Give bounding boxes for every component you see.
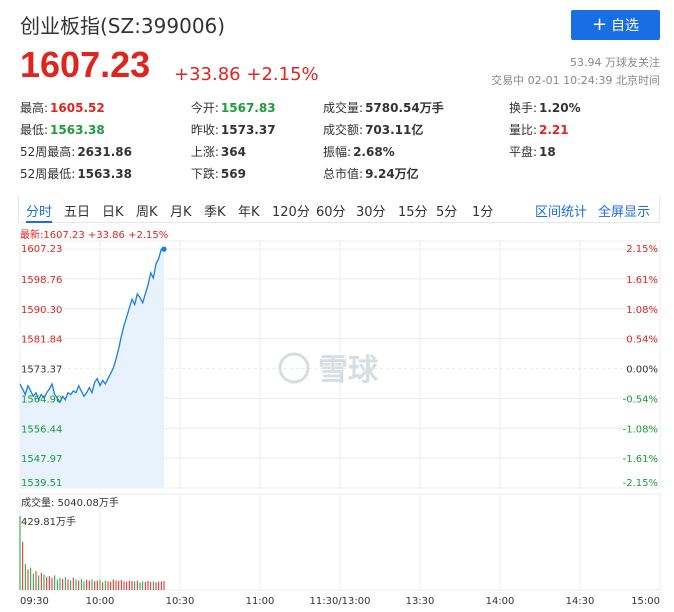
last-price-dot [161, 246, 167, 252]
y-left-tick: 1581.84 [21, 335, 62, 346]
y-left-tick: 1607.23 [21, 244, 62, 255]
x-tick: 09:30 [20, 596, 49, 607]
y-right-tick: 2.15% [626, 244, 658, 255]
y-left-tick: 1564.90 [21, 394, 62, 405]
x-tick: 11:30/13:00 [309, 596, 370, 607]
y-right-tick: 0.00% [626, 365, 658, 376]
y-left-tick: 1598.76 [21, 275, 62, 286]
y-left-tick: 1590.30 [21, 305, 62, 316]
x-tick: 13:30 [406, 596, 435, 607]
y-right-tick: -2.15% [623, 478, 658, 489]
y-right-tick: -1.08% [623, 424, 658, 435]
y-right-tick: 1.61% [626, 275, 658, 286]
x-tick: 10:00 [86, 596, 115, 607]
x-tick: 14:00 [486, 596, 515, 607]
watermark: 雪球 [278, 352, 379, 388]
volume-max-label: 429.81万手 [21, 515, 76, 528]
y-left-tick: 1556.44 [21, 424, 62, 435]
x-tick: 15:00 [631, 596, 660, 607]
y-right-tick: 1.08% [626, 305, 658, 316]
x-tick: 10:30 [166, 596, 195, 607]
y-left-tick: 1547.97 [21, 454, 62, 465]
y-left-tick: 1539.51 [21, 478, 62, 489]
y-right-tick: -1.61% [623, 454, 658, 465]
intraday-chart: 雪球 1607.23 2.15% 1598.76 1.61% 1590.30 1.08% 15… [19, 240, 661, 607]
y-left-tick: 1573.37 [21, 365, 62, 376]
watermark-text: 雪球 [318, 353, 379, 388]
x-tick: 14:30 [566, 596, 595, 607]
y-right-tick: 0.54% [626, 335, 658, 346]
volume-label: 成交量: 5040.08万手 [21, 496, 119, 509]
x-tick: 11:00 [246, 596, 275, 607]
y-right-tick: -0.54% [623, 394, 658, 405]
